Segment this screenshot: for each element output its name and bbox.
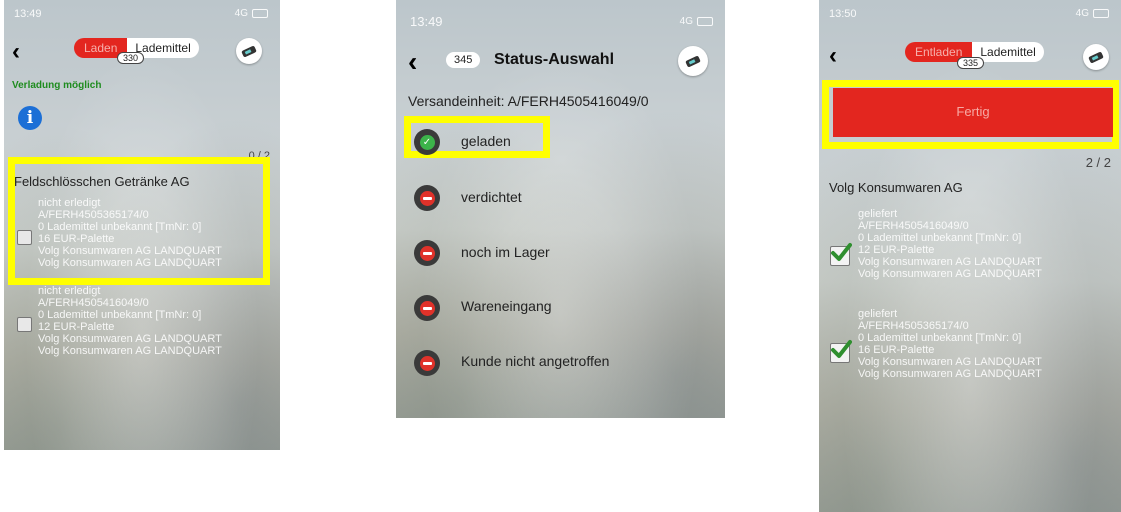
screen-laden: 13:49 4G ‹ Laden Lademittel 330 Verladun… <box>4 0 280 450</box>
status-time: 13:49 <box>410 14 443 29</box>
status-option-icon-selected: ✓ <box>414 129 440 155</box>
list-item[interactable]: nicht erledigt A/FERH4505365174/0 0 Lade… <box>38 197 222 269</box>
screen-status-auswahl: 13:49 4G ‹ 345 Status-Auswahl Versandein… <box>396 0 725 418</box>
list-item[interactable]: nicht erledigt A/FERH4505416049/0 0 Lade… <box>38 285 222 357</box>
count-badge: 330 <box>117 52 145 64</box>
shipment-unit: Versandeinheit: A/FERH4505416049/0 <box>408 93 649 109</box>
battery-icon <box>1093 8 1109 18</box>
battery-icon <box>697 16 713 26</box>
back-button[interactable]: ‹ <box>12 40 20 64</box>
status-option-icon <box>414 350 440 376</box>
status-option-verdichtet[interactable]: verdichtet <box>461 189 522 205</box>
page-counter: 2 / 2 <box>1085 155 1111 170</box>
signal-indicator: 4G <box>1076 8 1109 19</box>
status-time: 13:50 <box>829 8 857 20</box>
screen-entladen: 13:50 4G ‹ Entladen Lademittel 335 Ferti… <box>819 0 1121 512</box>
page-title: Status-Auswahl <box>494 51 615 68</box>
item-checkbox-checked[interactable] <box>830 340 852 363</box>
scan-button[interactable] <box>1083 44 1109 70</box>
scanner-icon <box>241 44 257 58</box>
checkmark-icon <box>831 340 852 358</box>
status-time: 13:49 <box>14 8 42 20</box>
status-option-icon <box>414 240 440 266</box>
list-item[interactable]: geliefert A/FERH4505365174/0 0 Lademitte… <box>858 308 1042 380</box>
checkmark-icon <box>831 243 852 261</box>
info-icon[interactable]: i <box>18 106 42 130</box>
scan-button[interactable] <box>678 46 708 76</box>
battery-icon <box>252 8 268 18</box>
signal-indicator: 4G <box>235 8 268 19</box>
back-button[interactable]: ‹ <box>408 48 417 76</box>
item-checkbox[interactable] <box>17 317 32 332</box>
back-button[interactable]: ‹ <box>829 44 837 68</box>
signal-indicator: 4G <box>680 16 713 27</box>
count-badge: 335 <box>957 57 985 69</box>
status-message: Verladung möglich <box>12 80 102 91</box>
status-option-icon <box>414 185 440 211</box>
status-option-geladen[interactable]: geladen <box>461 133 511 149</box>
list-item[interactable]: geliefert A/FERH4505416049/0 0 Lademitte… <box>858 208 1042 280</box>
scan-button[interactable] <box>236 38 262 64</box>
status-option-kunde-nicht-angetroffen[interactable]: Kunde nicht angetroffen <box>461 353 609 369</box>
customer-name: Volg Konsumwaren AG <box>829 180 963 195</box>
status-option-wareneingang[interactable]: Wareneingang <box>461 298 552 314</box>
scanner-icon <box>1088 50 1104 64</box>
item-checkbox[interactable] <box>17 230 32 245</box>
status-option-icon <box>414 295 440 321</box>
status-option-noch-im-lager[interactable]: noch im Lager <box>461 244 550 260</box>
fertig-button[interactable]: Fertig <box>833 88 1113 137</box>
item-checkbox-checked[interactable] <box>830 243 852 266</box>
count-badge: 345 <box>446 52 481 68</box>
scanner-icon <box>685 54 701 68</box>
customer-name: Feldschlösschen Getränke AG <box>14 174 190 189</box>
